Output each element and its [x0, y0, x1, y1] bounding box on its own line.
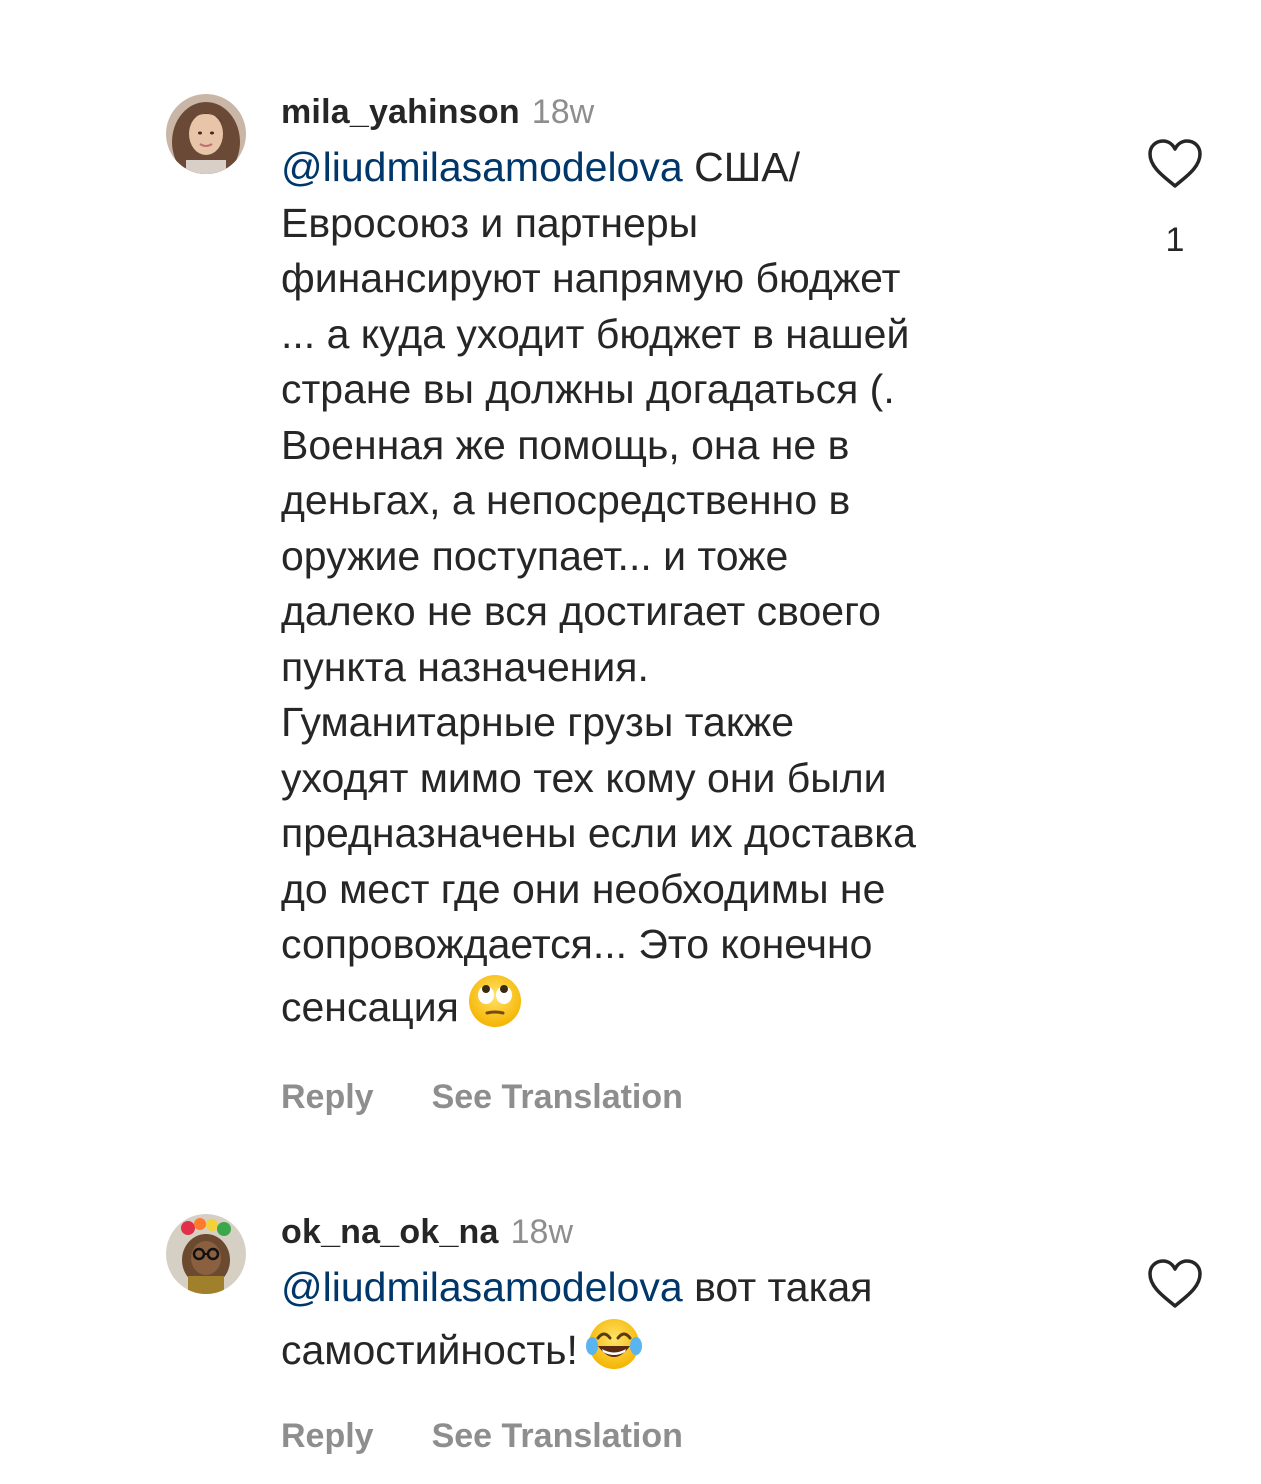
reply-button[interactable]: Reply	[281, 1417, 374, 1456]
timestamp: 18w	[531, 93, 595, 131]
reply-button[interactable]: Reply	[281, 1078, 374, 1117]
heart-outline-icon[interactable]	[1146, 1258, 1204, 1310]
username[interactable]: mila_yahinson	[281, 93, 520, 132]
see-translation-button[interactable]: See Translation	[432, 1417, 683, 1456]
comment-content: mila_yahinson 18w @liudmilasamodelova СШ…	[281, 93, 1081, 1117]
comment-actions: Reply See Translation	[281, 1078, 1081, 1117]
like-count: 1	[1165, 221, 1185, 259]
like-control: 1	[1144, 138, 1206, 260]
comment-text: @liudmilasamodelova США/ Евросоюз и парт…	[281, 140, 1081, 1043]
avatar-image	[166, 1214, 246, 1294]
username[interactable]: ok_na_ok_na	[281, 1213, 499, 1252]
avatar[interactable]	[166, 1214, 246, 1294]
avatar[interactable]	[166, 94, 246, 174]
avatar-image	[166, 94, 246, 174]
see-translation-button[interactable]: See Translation	[432, 1078, 683, 1117]
heart-outline-icon[interactable]	[1146, 138, 1204, 190]
like-control	[1144, 1258, 1206, 1315]
eye-roll-emoji	[467, 973, 523, 1044]
mention-link[interactable]: @liudmilasamodelova	[281, 1264, 683, 1310]
comment-content: ok_na_ok_na 18w @liudmilasamodelova вот …	[281, 1213, 1081, 1456]
tears-of-joy-emoji	[585, 1316, 642, 1387]
comment-meta: mila_yahinson 18w	[281, 93, 1081, 133]
comment-actions: Reply See Translation	[281, 1417, 1081, 1456]
comment-meta: ok_na_ok_na 18w	[281, 1213, 1081, 1253]
comment-body: США/ Евросоюз и партнеры финансируют нап…	[281, 144, 916, 1030]
mention-link[interactable]: @liudmilasamodelova	[281, 144, 683, 190]
timestamp: 18w	[510, 1213, 574, 1251]
comment-text: @liudmilasamodelova вот такая самостийно…	[281, 1260, 1081, 1386]
